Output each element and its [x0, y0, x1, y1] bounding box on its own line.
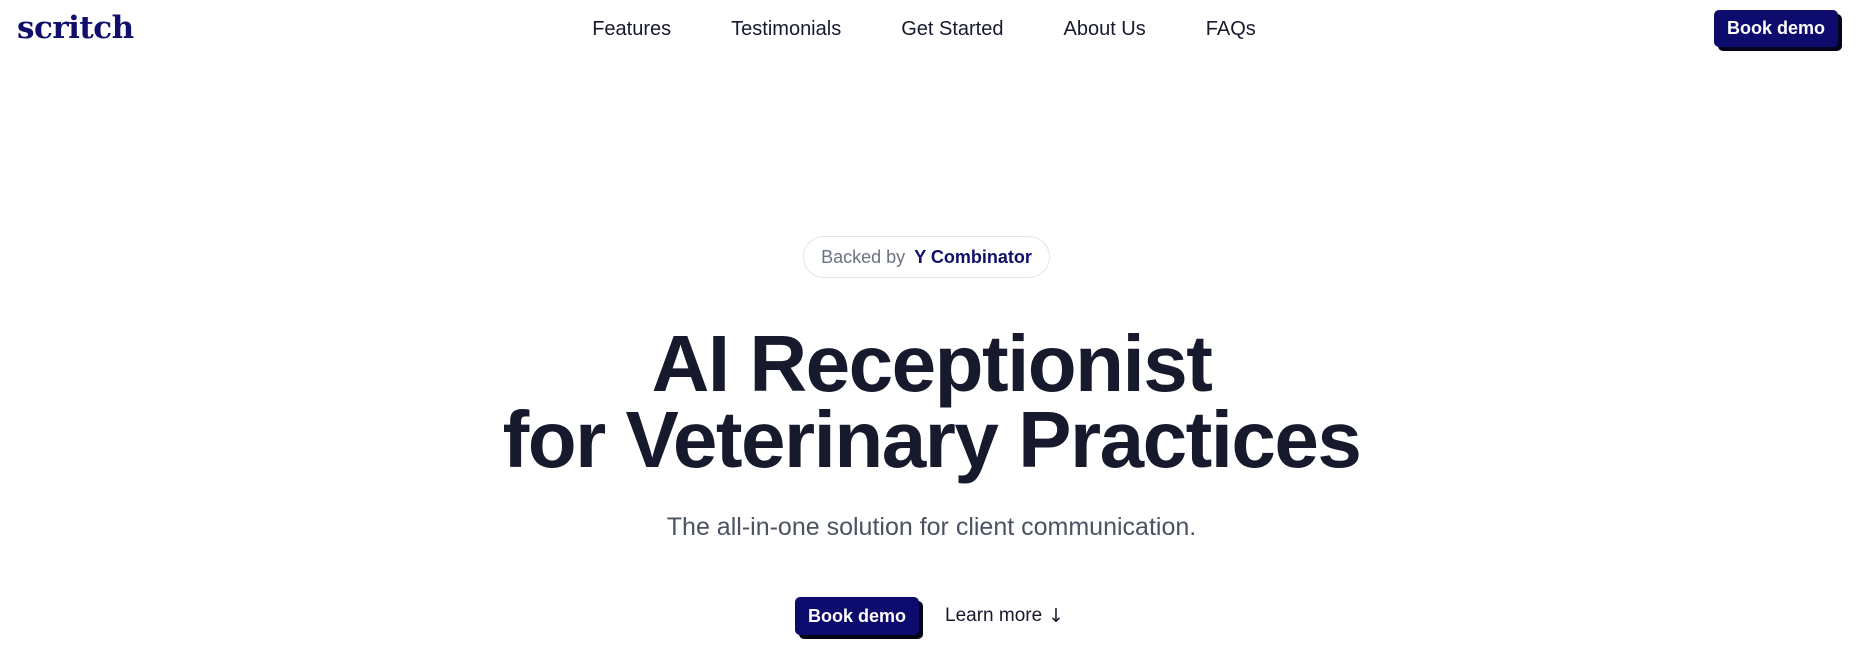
- main-nav: Features Testimonials Get Started About …: [0, 14, 1863, 44]
- backed-by-badge: Backed by Y Combinator: [803, 236, 1050, 278]
- hero-headline: AI Receptionist for Veterinary Practices: [0, 319, 1863, 484]
- nav-links: Features Testimonials Get Started About …: [562, 14, 1286, 44]
- header-book-demo-button[interactable]: Book demo: [1714, 10, 1838, 47]
- badge-brand: Y Combinator: [914, 246, 1032, 267]
- arrow-down-icon: ↓: [1048, 605, 1065, 627]
- headline-line-2: for Veterinary Practices: [502, 395, 1362, 484]
- nav-link-get-started[interactable]: Get Started: [871, 14, 1033, 44]
- nav-link-testimonials[interactable]: Testimonials: [701, 14, 871, 44]
- learn-more-link[interactable]: Learn more ↓: [945, 605, 1064, 627]
- hero-subtitle: The all-in-one solution for client commu…: [666, 513, 1197, 541]
- learn-more-label: Learn more: [945, 605, 1043, 626]
- nav-link-faqs[interactable]: FAQs: [1176, 14, 1286, 44]
- logo[interactable]: scritch: [17, 8, 134, 48]
- site-header: scritch Features Testimonials Get Starte…: [0, 0, 1863, 58]
- nav-link-about-us[interactable]: About Us: [1033, 14, 1175, 44]
- hero-book-demo-button[interactable]: Book demo: [795, 597, 919, 635]
- badge-prefix: Backed by: [821, 246, 906, 267]
- hero-cta-row: Book demo Learn more ↓: [795, 597, 1064, 635]
- headline-line-1: AI Receptionist: [651, 319, 1213, 408]
- nav-link-features[interactable]: Features: [562, 14, 701, 44]
- hero-section: Backed by Y Combinator AI Receptionist f…: [0, 0, 1863, 665]
